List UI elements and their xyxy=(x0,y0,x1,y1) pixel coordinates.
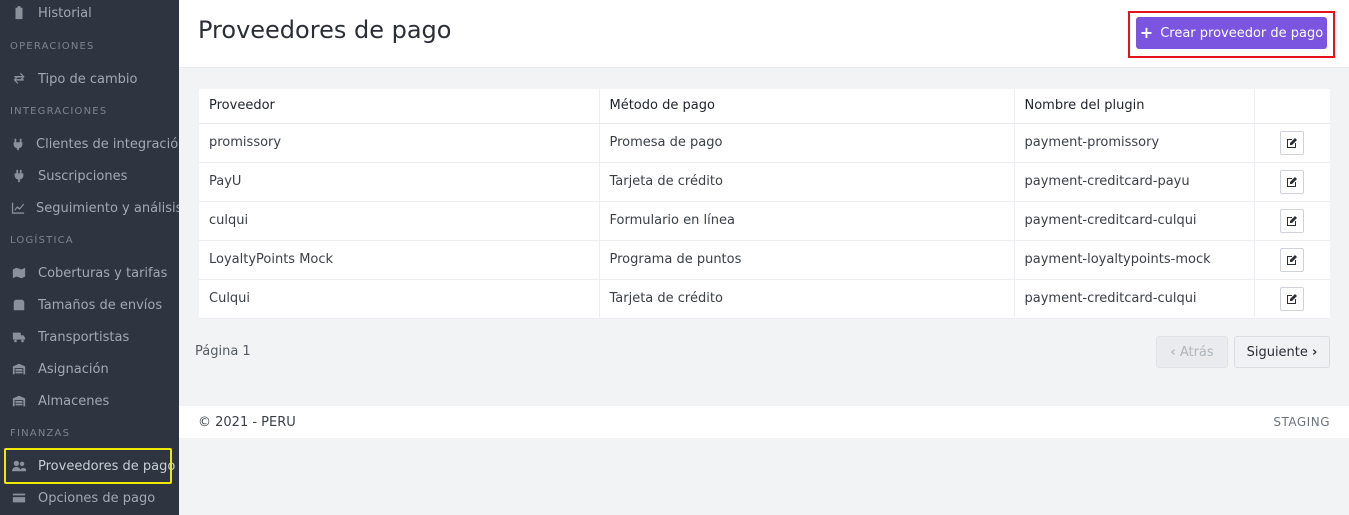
sidebar-item-label: Tamaños de envíos xyxy=(38,297,163,313)
cell-method: Tarjeta de crédito xyxy=(599,279,1015,319)
column-header-proveedor[interactable]: Proveedor xyxy=(199,89,600,124)
column-header-actions xyxy=(1254,89,1330,124)
table-row: culqui Formulario en línea payment-credi… xyxy=(199,201,1330,241)
edit-icon xyxy=(1286,137,1297,148)
cell-actions xyxy=(1254,162,1330,202)
table-row: PayU Tarjeta de crédito payment-creditca… xyxy=(199,162,1330,202)
column-header-metodo[interactable]: Método de pago xyxy=(599,89,1015,124)
sidebar-item-label: Opciones de pago xyxy=(38,490,156,506)
exchange-icon xyxy=(11,71,27,87)
sidebar-item-coberturas[interactable]: Coberturas y tarifas xyxy=(0,258,179,288)
cell-plugin: payment-creditcard-culqui xyxy=(1014,201,1255,241)
next-label: Siguiente xyxy=(1246,344,1308,360)
edit-icon xyxy=(1286,215,1297,226)
edit-button[interactable] xyxy=(1279,247,1304,272)
cell-provider: culqui xyxy=(199,201,600,241)
power-plug-icon xyxy=(11,168,27,184)
sidebar-item-opciones-pago[interactable]: Opciones de pago xyxy=(0,483,179,513)
create-payment-provider-button[interactable]: + Crear proveedor de pago xyxy=(1136,17,1327,49)
box-icon xyxy=(11,297,27,313)
cell-plugin: payment-promissory xyxy=(1014,123,1255,163)
sidebar-item-seguimiento[interactable]: Seguimiento y análisis xyxy=(0,193,179,223)
cell-method: Formulario en línea xyxy=(599,201,1015,241)
edit-button[interactable] xyxy=(1279,286,1304,311)
create-button-label: Crear proveedor de pago xyxy=(1160,25,1324,41)
cell-method: Promesa de pago xyxy=(599,123,1015,163)
table-row: Culqui Tarjeta de crédito payment-credit… xyxy=(199,279,1330,319)
edit-button[interactable] xyxy=(1279,130,1304,155)
environment-label: STAGING xyxy=(1273,415,1330,429)
table-row: LoyaltyPoints Mock Programa de puntos pa… xyxy=(199,240,1330,280)
cell-provider: Culqui xyxy=(199,279,600,319)
page-header: Proveedores de pago + Crear proveedor de… xyxy=(179,0,1349,68)
footer: © 2021 - PERU STAGING xyxy=(179,406,1349,438)
warehouse-icon xyxy=(11,393,27,409)
next-page-button[interactable]: Siguiente › xyxy=(1234,336,1330,368)
sidebar-item-historial[interactable]: Historial xyxy=(0,0,179,28)
sidebar-item-almacenes[interactable]: Almacenes xyxy=(0,386,179,416)
warehouse-icon xyxy=(11,361,27,377)
cell-provider: promissory xyxy=(199,123,600,163)
sidebar-item-label: Clientes de integración xyxy=(36,136,179,152)
chevron-left-icon: ‹ xyxy=(1170,344,1176,360)
sidebar-item-label: Transportistas xyxy=(38,329,130,345)
previous-page-button[interactable]: ‹ Atrás xyxy=(1156,336,1228,368)
chart-line-icon xyxy=(11,200,25,216)
cell-plugin: payment-creditcard-culqui xyxy=(1014,279,1255,319)
sidebar: Historial OPERACIONES Tipo de cambio INT… xyxy=(0,0,179,515)
highlight-box-yellow xyxy=(4,448,172,484)
sidebar-item-transportistas[interactable]: Transportistas xyxy=(0,322,179,352)
previous-label: Atrás xyxy=(1179,344,1214,360)
sidebar-item-label: Seguimiento y análisis xyxy=(36,200,179,216)
sidebar-item-label: Coberturas y tarifas xyxy=(38,265,168,281)
chevron-right-icon: › xyxy=(1312,344,1318,360)
edit-icon xyxy=(1286,254,1297,265)
sidebar-item-suscripciones[interactable]: Suscripciones xyxy=(0,161,179,191)
clipboard-icon xyxy=(11,5,27,21)
cell-provider: LoyaltyPoints Mock xyxy=(199,240,600,280)
map-icon xyxy=(11,265,27,281)
sidebar-item-label: Historial xyxy=(38,5,92,21)
credit-card-icon xyxy=(11,490,27,506)
table-header-row: Proveedor Método de pago Nombre del plug… xyxy=(199,89,1330,124)
cell-actions xyxy=(1254,279,1330,319)
edit-button[interactable] xyxy=(1279,208,1304,233)
sidebar-item-tipo-de-cambio[interactable]: Tipo de cambio xyxy=(0,64,179,94)
sidebar-item-label: Asignación xyxy=(38,361,109,377)
table-row: promissory Promesa de pago payment-promi… xyxy=(199,123,1330,163)
edit-icon xyxy=(1286,176,1297,187)
edit-icon xyxy=(1286,293,1297,304)
cell-actions xyxy=(1254,201,1330,241)
edit-button[interactable] xyxy=(1279,169,1304,194)
cell-actions xyxy=(1254,123,1330,163)
column-header-plugin[interactable]: Nombre del plugin xyxy=(1014,89,1255,124)
sidebar-item-label: Tipo de cambio xyxy=(38,71,138,87)
section-integraciones: INTEGRACIONES xyxy=(10,106,108,117)
page-indicator: Página 1 xyxy=(195,344,251,359)
cell-plugin: payment-creditcard-payu xyxy=(1014,162,1255,202)
section-finanzas: FINANZAS xyxy=(10,428,71,439)
providers-table: Proveedor Método de pago Nombre del plug… xyxy=(199,89,1330,319)
cell-actions xyxy=(1254,240,1330,280)
section-logistica: LOGÍSTICA xyxy=(10,235,74,246)
cell-method: Tarjeta de crédito xyxy=(599,162,1015,202)
truck-icon xyxy=(11,329,27,345)
plug-icon xyxy=(11,136,25,152)
sidebar-item-label: Suscripciones xyxy=(38,168,128,184)
sidebar-item-asignacion[interactable]: Asignación xyxy=(0,354,179,384)
cell-method: Programa de puntos xyxy=(599,240,1015,280)
cell-plugin: payment-loyaltypoints-mock xyxy=(1014,240,1255,280)
copyright-text: © 2021 - PERU xyxy=(198,414,296,430)
cell-provider: PayU xyxy=(199,162,600,202)
sidebar-item-clientes-integracion[interactable]: Clientes de integración xyxy=(0,129,179,159)
plus-icon: + xyxy=(1139,23,1154,42)
sidebar-item-tamanos-envios[interactable]: Tamaños de envíos xyxy=(0,290,179,320)
page-title: Proveedores de pago xyxy=(198,16,452,44)
section-operaciones: OPERACIONES xyxy=(10,41,95,52)
sidebar-item-label: Almacenes xyxy=(38,393,110,409)
